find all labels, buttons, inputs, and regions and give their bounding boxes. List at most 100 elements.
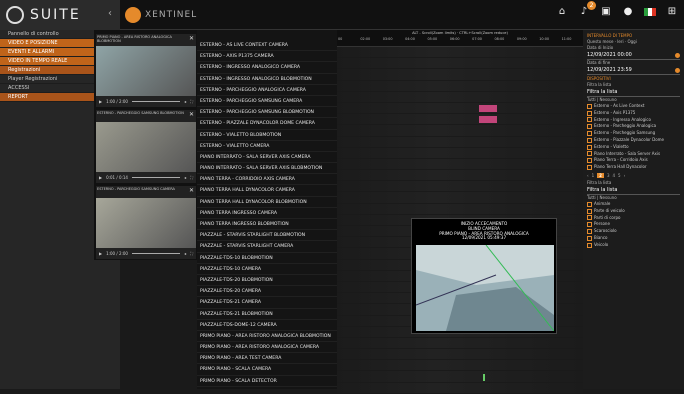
volume-icon[interactable]: ◂ [184,99,186,104]
checkbox-icon[interactable] [587,103,592,109]
checkbox-icon[interactable] [587,165,592,171]
device-filter-input[interactable]: Filtra la lista [587,88,680,97]
timeline-track[interactable] [337,337,583,350]
checkbox-icon[interactable] [587,215,592,221]
close-icon[interactable]: ✕ [189,111,194,118]
fullscreen-icon[interactable]: ⛶ [190,99,193,104]
volume-icon[interactable]: ◂ [184,175,186,180]
timeline-track[interactable] [337,192,583,204]
camera-list-item[interactable]: PIAZZALE-TDS-20 CAMERA [197,286,337,298]
camera-list-item[interactable]: PRIMO PIANO - SCALA DETECTOR [197,376,337,387]
checkbox-icon[interactable] [587,110,592,116]
camera-list-item[interactable]: ESTERNO - PARCHEGGIO SAMSUNG CAMERA [197,96,337,108]
device-checkbox[interactable]: Esterno - Parcheggio Samsung [587,130,680,137]
camera-list-item[interactable]: ESTERNO - PARCHEGGIO ANALOGICA CAMERA [197,85,337,96]
checkbox-icon[interactable] [587,151,592,157]
collapse-nav-icon[interactable]: ‹ [108,8,112,19]
timeline-track[interactable] [337,147,583,159]
class-checkbox[interactable]: Veicolo [587,242,680,249]
timeline-track[interactable] [337,181,583,193]
camera-list-item[interactable]: PRIMO PIANO - AREA RISTORO ANALOGICA BLO… [197,331,337,343]
play-icon[interactable]: ▶ [99,251,102,256]
timeline[interactable]: ALT - Scroll(Zoom limits) · CTRL+Scroll(… [337,30,583,394]
camera-list-item[interactable]: PRIMO PIANO - AREA TEST CAMERA [197,353,337,365]
home-icon[interactable]: ⌂ [556,6,568,18]
camera-video[interactable] [96,46,196,96]
page-button[interactable]: 2 [597,172,604,178]
camera-list-item[interactable]: ESTERNO - PARCHEGGIO SAMSUNG BLOBMOTION [197,107,337,119]
checkbox-icon[interactable] [587,144,592,150]
camera-list-item[interactable]: PIAZZALE-TDS-10 BLOBMOTION [197,253,337,264]
camera-player[interactable]: ESTERNO - PARCHEGGIO SAMSUNG CAMERA ✕ ▶ 1:0… [96,186,196,259]
user-icon[interactable]: ● [622,6,634,18]
italian-flag-icon[interactable] [644,8,656,16]
seek-bar[interactable] [131,176,181,178]
checkbox-icon[interactable] [587,235,592,241]
alarm-popup[interactable]: INIZIO ACCECAMENTO BLIND CAMERA PRIMO PI… [411,218,557,334]
camera-list-item[interactable]: PIANO TERRA - CORRIDOIO AXIS CAMERA [197,174,337,186]
from-date-input[interactable]: 12/09/2021 00:00 [587,51,680,60]
camera-list-item[interactable]: ESTERNO - AS LIVE CONTEXT CAMERA [197,40,337,52]
timeline-track[interactable] [337,102,583,115]
camera-list-item[interactable]: PRIMO PIANO - AREA RISTORO ANALOGICA CAM… [197,342,337,354]
seek-bar[interactable] [131,252,181,254]
class-filter-input[interactable]: Filtra la lista [587,186,680,195]
camera-list-item[interactable]: ESTERNO - INGRESSO ANALOGICO CAMERA [197,62,337,74]
page-button[interactable]: ‹ [587,173,589,178]
event-segment[interactable] [483,373,485,381]
timeline-track[interactable] [337,170,583,182]
timeline-track[interactable] [337,80,583,92]
popup-video[interactable] [416,245,554,331]
fullscreen-icon[interactable]: ⛶ [190,251,193,256]
camera-list-item[interactable]: PIAZZALE - STARVIS STARLIGHT BLOBMOTION [197,230,337,242]
play-icon[interactable]: ▶ [99,175,102,180]
checkbox-icon[interactable] [587,222,592,228]
page-button[interactable]: 5 [618,173,621,178]
camera-list-item[interactable]: ESTERNO - VIALETTO CAMERA [197,141,337,152]
camera-list-item[interactable]: PIANO TERRA HALL DYNACOLOR BLOBMOTION [197,197,337,208]
checkbox-icon[interactable] [587,117,592,123]
event-segment[interactable] [479,105,497,112]
camera-list-item[interactable]: PIAZZALE - STARVIS STARLIGHT CAMERA [197,241,337,253]
timeline-track[interactable] [337,69,583,81]
timeline-track[interactable] [337,349,583,361]
timeline-track[interactable] [337,114,583,126]
device-checkbox[interactable]: Esterno - Axis P1375 [587,110,680,117]
camera-player[interactable]: ESTERNO - PARCHEGGIO SAMSUNG BLOBMOTION ✕… [96,110,196,183]
camera-list-item[interactable]: ESTERNO - AXIS P1375 CAMERA [197,51,337,63]
device-checkbox[interactable]: Piano Terra Hall Dynacolor [587,164,680,171]
checkbox-icon[interactable] [587,229,592,235]
page-button[interactable]: 4 [613,173,616,178]
timeline-track[interactable] [337,382,583,394]
camera-list-item[interactable]: ESTERNO - PIAZZALE DYNACOLOR DOME CAMERA [197,118,337,130]
checkbox-icon[interactable] [587,201,592,207]
close-icon[interactable]: ✕ [189,35,194,42]
device-checkbox[interactable]: Esterno - Parcheggio Analogica [587,123,680,130]
camera-player[interactable]: PRIMO PIANO - AREA RISTORO ANALOGICA BLO… [96,34,196,107]
camera-list-item[interactable]: PRIMO PIANO - SCALA CAMERA [197,364,337,376]
timeline-track[interactable] [337,203,583,215]
calendar-icon[interactable] [675,53,680,58]
checkbox-icon[interactable] [587,242,592,248]
timeline-track[interactable] [337,360,583,372]
camera-list-item[interactable]: PIAZZALE-TDS-21 CAMERA [197,297,337,309]
camera-list-item[interactable]: PIAZZALE-TDS-20 BLOBMOTION [197,275,337,287]
play-icon[interactable]: ▶ [99,99,102,104]
class-checkbox[interactable]: Persone [587,221,680,228]
device-checkbox[interactable]: Esterno - Piazzale Dynacolor Dome [587,137,680,144]
device-checkbox[interactable]: Esterno - As Live Context [587,103,680,110]
camera-list-item[interactable]: ESTERNO - VIALETTO BLOBMOTION [197,130,337,141]
camera-list-item[interactable]: PIANO TERRA HALL DYNACOLOR CAMERA [197,185,337,197]
timeline-track[interactable] [337,158,583,171]
class-checkbox[interactable]: Parte di veicolo [587,208,680,215]
checkbox-icon[interactable] [587,158,592,164]
volume-icon[interactable]: ◂ [184,251,186,256]
device-checkbox[interactable]: Piano Terra - Corridoio Axis [587,157,680,164]
event-segment[interactable] [479,116,497,124]
page-button[interactable]: › [624,173,626,178]
timeline-track[interactable] [337,47,583,59]
checkbox-icon[interactable] [587,124,592,130]
apps-grid-icon[interactable]: ⊞ [666,6,678,18]
camera-list-item[interactable]: PIANO INTERRATO - SALA SERVER AXIS BLOBM… [197,163,337,175]
class-checkbox[interactable]: Scarosciolo [587,228,680,235]
